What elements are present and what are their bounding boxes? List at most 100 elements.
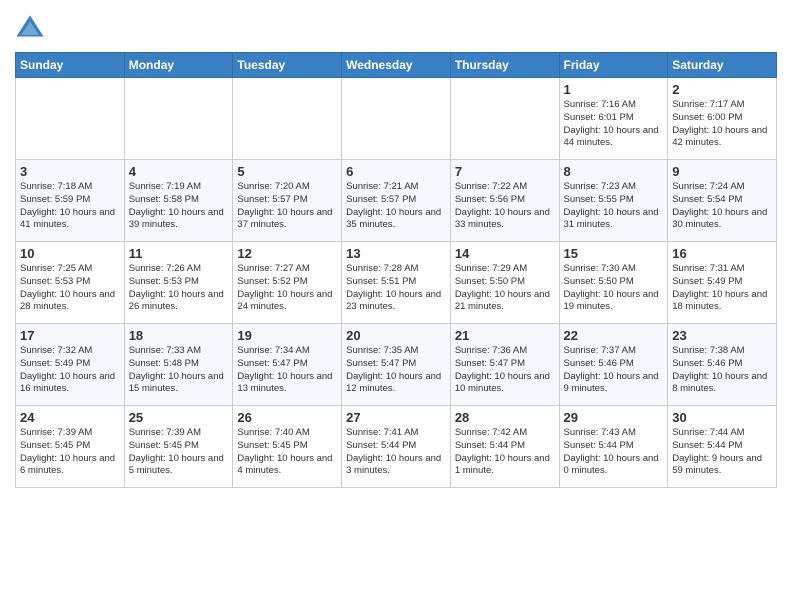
calendar-cell: [16, 78, 125, 160]
calendar-cell: 16 Sunrise: 7:31 AM Sunset: 5:49 PM Dayli…: [668, 242, 777, 324]
weekday-header: Sunday: [16, 53, 125, 78]
calendar-cell: 17 Sunrise: 7:32 AM Sunset: 5:49 PM Dayli…: [16, 324, 125, 406]
day-number: 15: [564, 246, 664, 261]
day-number: 7: [455, 164, 555, 179]
calendar-cell: 10 Sunrise: 7:25 AM Sunset: 5:53 PM Dayli…: [16, 242, 125, 324]
calendar-cell: 12 Sunrise: 7:27 AM Sunset: 5:52 PM Dayli…: [233, 242, 342, 324]
calendar-cell: 8 Sunrise: 7:23 AM Sunset: 5:55 PM Daylig…: [559, 160, 668, 242]
calendar-cell: 29Sunrise: 7:43 AM Sunset: 5:44 PM Dayli…: [559, 406, 668, 488]
day-number: 28: [455, 410, 555, 425]
day-info: Sunrise: 7:37 AM Sunset: 5:46 PM Dayligh…: [564, 345, 664, 396]
weekday-header: Wednesday: [342, 53, 451, 78]
calendar-cell: 1 Sunrise: 7:16 AM Sunset: 6:01 PM Daylig…: [559, 78, 668, 160]
calendar-cell: 26 Sunrise: 7:40 AM Sunset: 5:45 PM Dayli…: [233, 406, 342, 488]
day-number: 6: [346, 164, 446, 179]
weekday-header: Thursday: [450, 53, 559, 78]
calendar-cell: 4Sunrise: 7:19 AM Sunset: 5:58 PM Daylig…: [124, 160, 233, 242]
calendar-cell: 19 Sunrise: 7:34 AM Sunset: 5:47 PM Dayli…: [233, 324, 342, 406]
calendar-cell: 5 Sunrise: 7:20 AM Sunset: 5:57 PM Daylig…: [233, 160, 342, 242]
day-info: Sunrise: 7:35 AM Sunset: 5:47 PM Dayligh…: [346, 345, 446, 396]
day-info: Sunrise: 7:26 AM Sunset: 5:53 PM Dayligh…: [129, 263, 229, 314]
day-number: 16: [672, 246, 772, 261]
day-number: 29: [564, 410, 664, 425]
calendar-cell: 14Sunrise: 7:29 AM Sunset: 5:50 PM Dayli…: [450, 242, 559, 324]
calendar-week-row: 10 Sunrise: 7:25 AM Sunset: 5:53 PM Dayli…: [16, 242, 777, 324]
calendar-table: SundayMondayTuesdayWednesdayThursdayFrid…: [15, 52, 777, 488]
calendar-cell: 9 Sunrise: 7:24 AM Sunset: 5:54 PM Daylig…: [668, 160, 777, 242]
day-number: 13: [346, 246, 446, 261]
calendar-cell: 7 Sunrise: 7:22 AM Sunset: 5:56 PM Daylig…: [450, 160, 559, 242]
day-info: Sunrise: 7:22 AM Sunset: 5:56 PM Dayligh…: [455, 181, 555, 232]
day-info: Sunrise: 7:36 AM Sunset: 5:47 PM Dayligh…: [455, 345, 555, 396]
day-info: Sunrise: 7:39 AM Sunset: 5:45 PM Dayligh…: [129, 427, 229, 478]
day-info: Sunrise: 7:39 AM Sunset: 5:45 PM Dayligh…: [20, 427, 120, 478]
day-number: 21: [455, 328, 555, 343]
day-number: 17: [20, 328, 120, 343]
day-number: 27: [346, 410, 446, 425]
day-number: 20: [346, 328, 446, 343]
calendar-week-row: 17 Sunrise: 7:32 AM Sunset: 5:49 PM Dayli…: [16, 324, 777, 406]
day-info: Sunrise: 7:23 AM Sunset: 5:55 PM Dayligh…: [564, 181, 664, 232]
calendar-cell: 23Sunrise: 7:38 AM Sunset: 5:46 PM Dayli…: [668, 324, 777, 406]
day-info: Sunrise: 7:16 AM Sunset: 6:01 PM Dayligh…: [564, 99, 664, 150]
weekday-header: Friday: [559, 53, 668, 78]
day-number: 5: [237, 164, 337, 179]
calendar-week-row: 1 Sunrise: 7:16 AM Sunset: 6:01 PM Daylig…: [16, 78, 777, 160]
day-info: Sunrise: 7:28 AM Sunset: 5:51 PM Dayligh…: [346, 263, 446, 314]
day-info: Sunrise: 7:40 AM Sunset: 5:45 PM Dayligh…: [237, 427, 337, 478]
day-number: 10: [20, 246, 120, 261]
day-number: 22: [564, 328, 664, 343]
day-info: Sunrise: 7:32 AM Sunset: 5:49 PM Dayligh…: [20, 345, 120, 396]
day-info: Sunrise: 7:17 AM Sunset: 6:00 PM Dayligh…: [672, 99, 772, 150]
calendar-cell: 25 Sunrise: 7:39 AM Sunset: 5:45 PM Dayli…: [124, 406, 233, 488]
calendar-body: 1 Sunrise: 7:16 AM Sunset: 6:01 PM Daylig…: [16, 78, 777, 488]
day-info: Sunrise: 7:18 AM Sunset: 5:59 PM Dayligh…: [20, 181, 120, 232]
weekday-row: SundayMondayTuesdayWednesdayThursdayFrid…: [16, 53, 777, 78]
calendar-cell: [342, 78, 451, 160]
day-number: 8: [564, 164, 664, 179]
calendar-week-row: 24 Sunrise: 7:39 AM Sunset: 5:45 PM Dayli…: [16, 406, 777, 488]
day-info: Sunrise: 7:34 AM Sunset: 5:47 PM Dayligh…: [237, 345, 337, 396]
calendar-cell: 27 Sunrise: 7:41 AM Sunset: 5:44 PM Dayli…: [342, 406, 451, 488]
day-number: 9: [672, 164, 772, 179]
day-number: 23: [672, 328, 772, 343]
day-info: Sunrise: 7:44 AM Sunset: 5:44 PM Dayligh…: [672, 427, 772, 478]
day-info: Sunrise: 7:24 AM Sunset: 5:54 PM Dayligh…: [672, 181, 772, 232]
calendar-cell: 2 Sunrise: 7:17 AM Sunset: 6:00 PM Daylig…: [668, 78, 777, 160]
day-number: 18: [129, 328, 229, 343]
day-number: 4: [129, 164, 229, 179]
calendar-cell: 21 Sunrise: 7:36 AM Sunset: 5:47 PM Dayli…: [450, 324, 559, 406]
day-number: 1: [564, 82, 664, 97]
day-number: 26: [237, 410, 337, 425]
day-number: 12: [237, 246, 337, 261]
calendar-week-row: 3 Sunrise: 7:18 AM Sunset: 5:59 PM Daylig…: [16, 160, 777, 242]
calendar-cell: 15Sunrise: 7:30 AM Sunset: 5:50 PM Dayli…: [559, 242, 668, 324]
calendar-cell: 22 Sunrise: 7:37 AM Sunset: 5:46 PM Dayli…: [559, 324, 668, 406]
logo: [15, 14, 48, 44]
day-info: Sunrise: 7:33 AM Sunset: 5:48 PM Dayligh…: [129, 345, 229, 396]
day-number: 19: [237, 328, 337, 343]
day-number: 3: [20, 164, 120, 179]
calendar-cell: 11 Sunrise: 7:26 AM Sunset: 5:53 PM Dayli…: [124, 242, 233, 324]
day-number: 25: [129, 410, 229, 425]
calendar-cell: 20 Sunrise: 7:35 AM Sunset: 5:47 PM Dayli…: [342, 324, 451, 406]
calendar-cell: 24 Sunrise: 7:39 AM Sunset: 5:45 PM Dayli…: [16, 406, 125, 488]
calendar-cell: 30 Sunrise: 7:44 AM Sunset: 5:44 PM Dayli…: [668, 406, 777, 488]
calendar-header: SundayMondayTuesdayWednesdayThursdayFrid…: [16, 53, 777, 78]
day-number: 2: [672, 82, 772, 97]
day-info: Sunrise: 7:31 AM Sunset: 5:49 PM Dayligh…: [672, 263, 772, 314]
calendar-container: SundayMondayTuesdayWednesdayThursdayFrid…: [0, 0, 792, 498]
calendar-cell: [233, 78, 342, 160]
day-info: Sunrise: 7:41 AM Sunset: 5:44 PM Dayligh…: [346, 427, 446, 478]
day-number: 11: [129, 246, 229, 261]
header: [15, 10, 777, 44]
day-info: Sunrise: 7:27 AM Sunset: 5:52 PM Dayligh…: [237, 263, 337, 314]
calendar-cell: [124, 78, 233, 160]
day-info: Sunrise: 7:20 AM Sunset: 5:57 PM Dayligh…: [237, 181, 337, 232]
calendar-cell: 13 Sunrise: 7:28 AM Sunset: 5:51 PM Dayli…: [342, 242, 451, 324]
day-number: 30: [672, 410, 772, 425]
day-number: 24: [20, 410, 120, 425]
weekday-header: Monday: [124, 53, 233, 78]
day-info: Sunrise: 7:25 AM Sunset: 5:53 PM Dayligh…: [20, 263, 120, 314]
calendar-cell: 28Sunrise: 7:42 AM Sunset: 5:44 PM Dayli…: [450, 406, 559, 488]
